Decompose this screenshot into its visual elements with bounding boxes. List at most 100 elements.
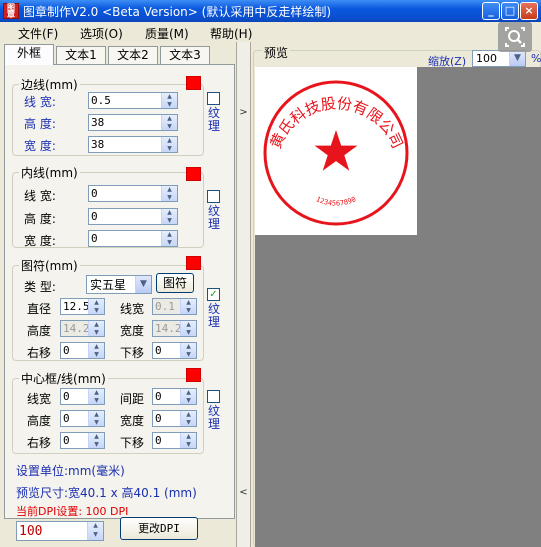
menu-options[interactable]: 选项(O) [80,25,123,42]
spinner-arrows[interactable]: ▲ ▼ [161,137,177,152]
menu-help[interactable]: 帮助(H) [210,25,252,42]
spinner-arrows[interactable]: ▲ ▼ [88,321,104,336]
close-button[interactable]: × [520,2,538,20]
minimize-button[interactable]: _ [482,2,500,20]
symbol-line-width-input[interactable] [153,299,180,314]
inner-width-spinner[interactable]: ▲▼ [88,230,178,247]
inner-line-width-spinner[interactable]: ▲▼ [88,185,178,202]
inner-line-width-input[interactable] [89,186,161,201]
spin-up-icon[interactable]: ▲ [89,411,104,419]
inner-height-input[interactable] [89,209,161,224]
spinner-arrows[interactable]: ▲ ▼ [88,433,104,448]
spin-down-icon[interactable]: ▼ [181,307,196,315]
spin-up-icon[interactable]: ▲ [181,389,196,397]
spin-up-icon[interactable]: ▲ [162,231,177,239]
spin-down-icon[interactable]: ▼ [89,351,104,359]
border-height-spinner[interactable]: ▲▼ [88,114,178,131]
center-line-width-spinner[interactable]: ▲▼ [60,388,105,405]
border-line-width-spinner[interactable]: ▲▼ [88,92,178,109]
title-bar[interactable]: 图章 图章制作V2.0 <Beta Version> (默认采用中反走样绘制) … [0,0,541,22]
spinner-arrows[interactable]: ▲ ▼ [88,389,104,404]
border-color-swatch[interactable] [186,76,201,90]
spin-down-icon[interactable]: ▼ [162,239,177,247]
zoom-select[interactable]: 100 ▼ [472,50,526,67]
spin-up-icon[interactable]: ▲ [89,389,104,397]
tab-outer-frame[interactable]: 外框 [4,44,54,65]
spinner-arrows[interactable]: ▲ ▼ [180,299,196,314]
spin-up-icon[interactable]: ▲ [181,299,196,307]
center-color-swatch[interactable] [186,368,201,382]
spin-up-icon[interactable]: ▲ [89,433,104,441]
border-height-input[interactable] [89,115,161,130]
spinner-arrows[interactable]: ▲ ▼ [161,231,177,246]
spin-down-icon[interactable]: ▼ [181,441,196,449]
tab-text2[interactable]: 文本2 [108,46,158,64]
symbol-width-input[interactable] [153,321,180,336]
spin-down-icon[interactable]: ▼ [162,217,177,225]
center-down-shift-input[interactable] [153,433,180,448]
inner-color-swatch[interactable] [186,167,201,181]
symbol-color-swatch[interactable] [186,256,201,270]
symbol-height-spinner[interactable]: ▲▼ [60,320,105,337]
symbol-height-input[interactable] [61,321,88,336]
spin-down-icon[interactable]: ▼ [89,307,104,315]
symbol-texture-checkbox[interactable]: ✓ [207,288,220,301]
spin-down-icon[interactable]: ▼ [162,101,177,109]
spin-down-icon[interactable]: ▼ [89,397,104,405]
inner-width-input[interactable] [89,231,161,246]
spin-up-icon[interactable]: ▲ [89,299,104,307]
search-icon[interactable] [498,22,532,52]
spin-down-icon[interactable]: ▼ [181,329,196,337]
spinner-arrows[interactable]: ▲ ▼ [87,522,103,540]
splitter-left-arrow-icon[interactable]: < [238,487,249,498]
menu-file[interactable]: 文件(F) [18,25,58,42]
symbol-diameter-spinner[interactable]: ▲▼ [60,298,105,315]
spin-up-icon[interactable]: ▲ [181,411,196,419]
spinner-arrows[interactable]: ▲ ▼ [180,343,196,358]
tab-text1[interactable]: 文本1 [56,46,106,64]
symbol-down-shift-input[interactable] [153,343,180,358]
symbol-down-shift-spinner[interactable]: ▲▼ [152,342,197,359]
spin-down-icon[interactable]: ▼ [181,419,196,427]
spinner-arrows[interactable]: ▲ ▼ [88,411,104,426]
symbol-diameter-input[interactable] [61,299,88,314]
symbol-line-width-spinner[interactable]: ▲▼ [152,298,197,315]
spin-up-icon[interactable]: ▲ [162,115,177,123]
center-right-shift-input[interactable] [61,433,88,448]
spin-down-icon[interactable]: ▼ [181,397,196,405]
spinner-arrows[interactable]: ▲ ▼ [161,209,177,224]
chevron-down-icon[interactable]: ▼ [509,51,525,66]
center-down-shift-spinner[interactable]: ▲▼ [152,432,197,449]
spin-up-icon[interactable]: ▲ [88,522,103,531]
spinner-arrows[interactable]: ▲ ▼ [161,93,177,108]
center-height-input[interactable] [61,411,88,426]
inner-height-spinner[interactable]: ▲▼ [88,208,178,225]
spin-up-icon[interactable]: ▲ [181,433,196,441]
spin-down-icon[interactable]: ▼ [162,123,177,131]
center-width-spinner[interactable]: ▲▼ [152,410,197,427]
spin-up-icon[interactable]: ▲ [181,321,196,329]
spin-down-icon[interactable]: ▼ [162,194,177,202]
center-line-width-input[interactable] [61,389,88,404]
spinner-arrows[interactable]: ▲ ▼ [180,321,196,336]
border-texture-checkbox[interactable] [207,92,220,105]
spin-up-icon[interactable]: ▲ [162,186,177,194]
spin-up-icon[interactable]: ▲ [162,93,177,101]
symbol-right-shift-input[interactable] [61,343,88,358]
spinner-arrows[interactable]: ▲ ▼ [161,186,177,201]
symbol-type-select[interactable]: 实五星 ▼ [86,275,152,294]
splitter-right-arrow-icon[interactable]: > [238,107,249,118]
maximize-button[interactable]: □ [501,2,519,20]
spin-down-icon[interactable]: ▼ [89,419,104,427]
symbol-button[interactable]: 图符 [156,273,194,293]
spin-up-icon[interactable]: ▲ [162,209,177,217]
border-width-input[interactable] [89,137,161,152]
chevron-down-icon[interactable]: ▼ [135,276,151,293]
spin-up-icon[interactable]: ▲ [162,137,177,145]
center-height-spinner[interactable]: ▲▼ [60,410,105,427]
spin-up-icon[interactable]: ▲ [89,343,104,351]
spin-down-icon[interactable]: ▼ [89,441,104,449]
inner-texture-checkbox[interactable] [207,190,220,203]
spin-up-icon[interactable]: ▲ [181,343,196,351]
center-spacing-input[interactable] [153,389,180,404]
